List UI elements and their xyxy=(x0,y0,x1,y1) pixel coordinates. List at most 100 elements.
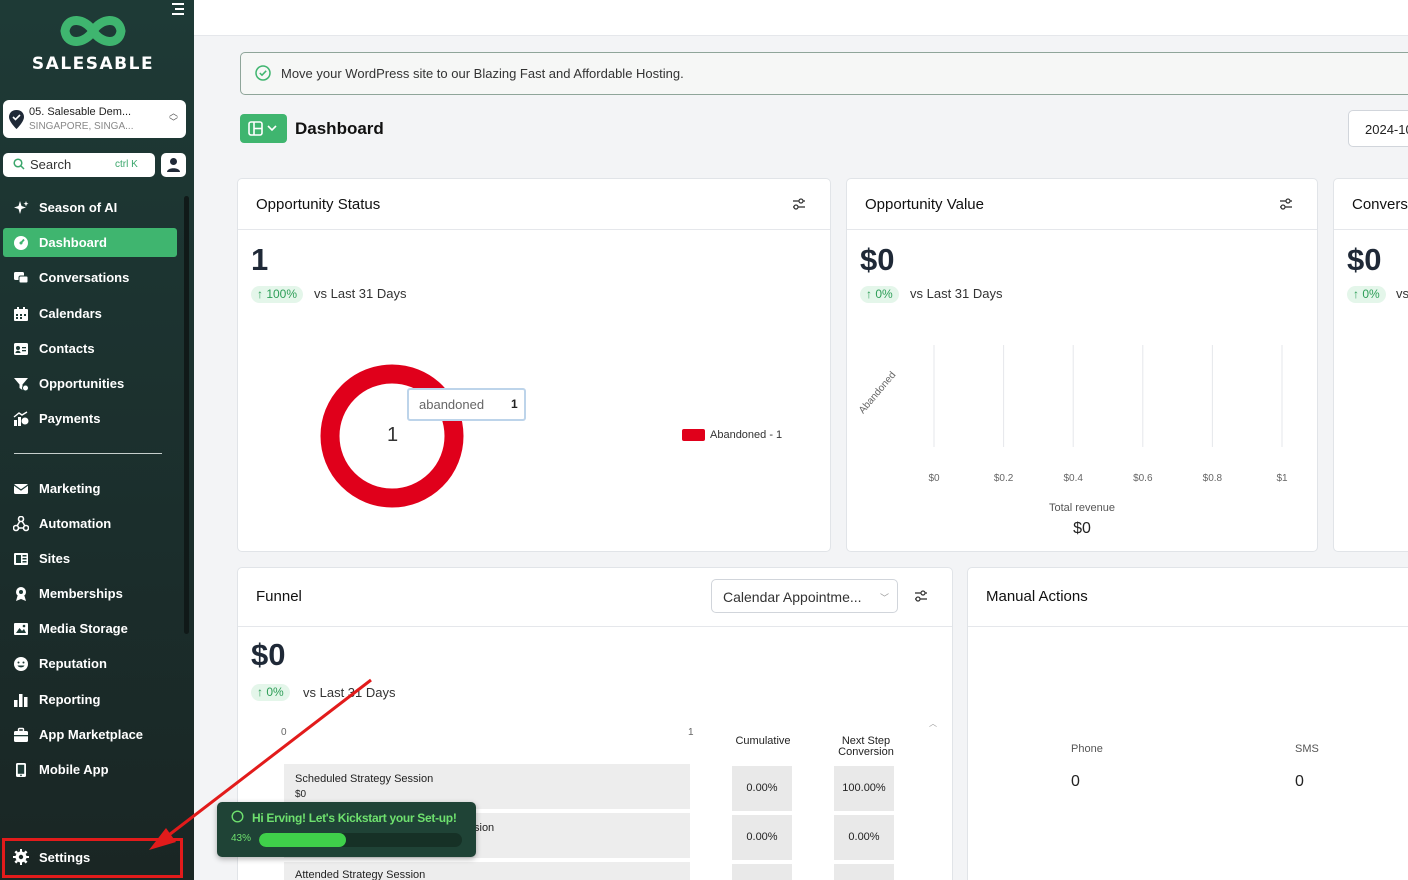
sidebar-scrollbar[interactable] xyxy=(184,196,189,634)
opportunity-value-bar-chart: $0 $0.2 $0.4 $0.6 $0.8 $1 xyxy=(928,345,1288,484)
funnel-icon xyxy=(14,377,29,391)
chevron-up-icon[interactable]: ︿ xyxy=(929,718,937,729)
sidebar-item-app-marketplace[interactable]: App Marketplace xyxy=(3,720,177,749)
sidebar-item-season-of-ai[interactable]: Season of AI xyxy=(3,193,177,222)
card-title: Opportunity Status xyxy=(256,196,381,213)
sidebar-item-memberships[interactable]: Memberships xyxy=(3,579,177,608)
x-tick-label: $1 xyxy=(1276,473,1288,484)
sparkles-icon xyxy=(14,200,29,214)
change-badge: ↑ 0% xyxy=(1347,286,1386,303)
user-profile-button[interactable] xyxy=(161,153,186,177)
sidebar-item-contacts[interactable]: Contacts xyxy=(3,334,177,363)
filter-sliders-icon[interactable] xyxy=(914,590,928,602)
conversion-card: Convers $0 ↑ 0% vs xyxy=(1333,178,1408,552)
total-revenue-label: Total revenue xyxy=(1048,502,1116,514)
chart-tooltip: abandoned 1 xyxy=(407,388,526,421)
check-circle-icon xyxy=(255,65,271,81)
contact-card-icon xyxy=(14,342,28,355)
funnel-stage-bar[interactable]: Attended Strategy Session xyxy=(284,862,690,880)
sidebar-item-mobile-app[interactable]: Mobile App xyxy=(3,755,177,784)
metric-value: 1 xyxy=(251,242,269,277)
date-range-value: 2024-10 xyxy=(1365,122,1408,137)
sidebar-item-calendars[interactable]: Calendars xyxy=(3,299,177,328)
progress-circle-icon xyxy=(231,810,244,823)
cumulative-cell: 0.00% xyxy=(732,766,792,811)
image-icon xyxy=(14,622,28,635)
chart-y-label: Abandoned xyxy=(857,369,899,417)
card-title: Opportunity Value xyxy=(865,196,984,213)
hosting-banner[interactable]: Move your WordPress site to our Blazing … xyxy=(240,52,1408,95)
chevron-updown-icon: ︿ ﹀ xyxy=(169,108,179,127)
sidebar-item-label: Reporting xyxy=(39,692,101,707)
sidebar-item-opportunities[interactable]: Opportunities xyxy=(3,369,177,398)
page-title: Dashboard xyxy=(295,119,384,138)
envelope-icon xyxy=(13,483,29,494)
next-step-cell xyxy=(834,864,894,880)
funnel-stage-name: sion xyxy=(474,822,495,834)
sidebar-item-label: Opportunities xyxy=(39,376,125,391)
filter-sliders-icon[interactable] xyxy=(1279,198,1293,210)
onboarding-toast[interactable]: Hi Erving! Let's Kickstart your Set-up! … xyxy=(217,802,476,857)
phone-icon xyxy=(16,762,26,777)
comparison-label: vs Last 31 Days xyxy=(314,286,407,301)
infinity-logo-icon xyxy=(60,16,126,46)
dashboard-switcher-button[interactable] xyxy=(240,114,287,143)
sidebar: SALESABLE 05. Salesable Dem... SINGAPORE… xyxy=(0,0,194,880)
sidebar-item-automation[interactable]: Automation xyxy=(3,509,177,538)
workflow-icon xyxy=(13,515,29,531)
payments-icon xyxy=(13,410,29,426)
sidebar-item-reputation[interactable]: Reputation xyxy=(3,649,177,678)
funnel-stage-value: $0 xyxy=(295,789,307,800)
sidebar-item-media-storage[interactable]: Media Storage xyxy=(3,614,177,643)
x-tick-label: $0.2 xyxy=(994,473,1014,484)
sidebar-item-label: Media Storage xyxy=(39,621,128,636)
sidebar-item-label: Contacts xyxy=(39,341,95,356)
search-shortcut: ctrl K xyxy=(115,159,138,170)
x-tick-label: $0.4 xyxy=(1063,473,1083,484)
x-tick-label: $0 xyxy=(928,473,940,484)
card-header: Convers xyxy=(1334,179,1408,230)
sidebar-item-reporting[interactable]: Reporting xyxy=(3,685,177,714)
legend-label: Abandoned - 1 xyxy=(710,429,783,441)
sidebar-item-settings[interactable]: Settings xyxy=(3,843,90,871)
location-switcher[interactable]: 05. Salesable Dem... SINGAPORE, SINGA...… xyxy=(3,100,186,138)
sidebar-item-sites[interactable]: Sites xyxy=(3,544,177,573)
collapse-menu-icon[interactable] xyxy=(170,2,186,16)
funnel-axis-min: 0 xyxy=(281,727,287,738)
calendar-icon xyxy=(14,306,28,321)
bar-chart-icon xyxy=(14,693,28,707)
comparison-label: vs Last 31 Days xyxy=(303,685,396,700)
pipeline-select-value: Calendar Appointme... xyxy=(723,589,862,605)
pipeline-select[interactable]: Calendar Appointme... ﹀ xyxy=(711,579,898,613)
cumulative-cell xyxy=(732,864,792,880)
metric-value: $0 xyxy=(860,242,895,277)
sidebar-divider xyxy=(14,453,162,454)
brand-logo[interactable]: SALESABLE xyxy=(0,10,186,74)
card-title: Convers xyxy=(1352,196,1408,213)
sidebar-item-label: Sites xyxy=(39,551,71,566)
gear-icon xyxy=(13,849,29,865)
setup-progress-bar xyxy=(259,833,462,847)
legend-swatch xyxy=(682,429,705,441)
membership-icon xyxy=(16,586,26,601)
brand-name: SALESABLE xyxy=(31,54,155,74)
search-label: Search xyxy=(30,157,72,172)
tooltip-label: abandoned xyxy=(419,397,485,412)
sidebar-item-conversations[interactable]: Conversations xyxy=(3,263,177,292)
chart-legend[interactable]: Abandoned - 1 xyxy=(682,429,782,441)
donut-center-value: 1 xyxy=(387,424,399,446)
search-button[interactable]: Search ctrl K xyxy=(3,153,155,177)
change-badge: ↑ 100% xyxy=(251,286,304,303)
funnel-stage-name: Attended Strategy Session xyxy=(295,869,426,880)
sidebar-item-label: Dashboard xyxy=(39,235,107,250)
card-title: Funnel xyxy=(256,588,302,605)
sidebar-item-label: Automation xyxy=(39,516,112,531)
card-header: Opportunity Value xyxy=(847,179,1317,230)
sidebar-item-dashboard[interactable]: Dashboard xyxy=(3,228,177,257)
filter-sliders-icon[interactable] xyxy=(792,198,806,210)
date-range-picker[interactable]: 2024-10 xyxy=(1348,110,1408,147)
sidebar-item-marketing[interactable]: Marketing xyxy=(3,474,177,503)
sites-icon xyxy=(14,552,28,565)
next-step-cell: 0.00% xyxy=(834,815,894,860)
sidebar-item-payments[interactable]: Payments xyxy=(3,404,177,433)
